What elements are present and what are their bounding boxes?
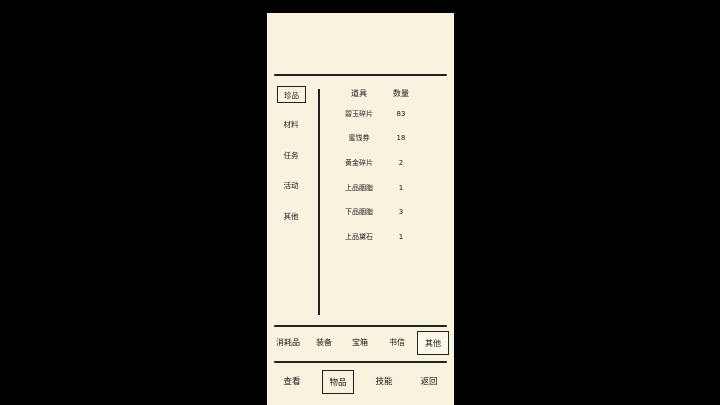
column-header-quantity: 数量 — [393, 89, 409, 98]
category-events[interactable]: 活动 — [276, 177, 306, 194]
table-row[interactable]: 上品胭脂 1 — [337, 181, 427, 195]
item-quantity: 1 — [398, 233, 404, 241]
item-quantity: 83 — [396, 110, 406, 118]
item-name: 黄金碎片 — [345, 159, 373, 167]
item-quantity: 1 — [398, 184, 404, 192]
tab-chests[interactable]: 宝箱 — [345, 331, 375, 355]
top-divider — [274, 74, 447, 76]
item-name: 上品胭脂 — [345, 184, 373, 192]
table-row[interactable]: 上品黛石 1 — [337, 230, 427, 244]
column-header-item: 道具 — [351, 89, 367, 98]
view-button[interactable]: 查看 — [277, 370, 307, 394]
game-screen: 珍品 材料 任务 活动 其他 道具 数量 碧玉碎片 83 蜜饯券 18 黄金碎片… — [267, 13, 454, 405]
item-name: 下品胭脂 — [345, 208, 373, 216]
category-other[interactable]: 其他 — [276, 208, 306, 225]
item-name: 上品黛石 — [345, 233, 373, 241]
tabs-top-divider — [274, 325, 447, 327]
category-materials[interactable]: 材料 — [276, 116, 306, 133]
item-name: 碧玉碎片 — [345, 110, 373, 118]
item-quantity: 3 — [398, 208, 404, 216]
tab-letters[interactable]: 书信 — [382, 331, 412, 355]
category-quests[interactable]: 任务 — [276, 147, 306, 164]
tab-equipment[interactable]: 装备 — [309, 331, 339, 355]
back-button[interactable]: 返回 — [414, 370, 444, 394]
table-row[interactable]: 蜜饯券 18 — [337, 131, 427, 145]
skills-button[interactable]: 技能 — [369, 370, 399, 394]
tab-other[interactable]: 其他 — [417, 331, 449, 355]
item-quantity: 18 — [396, 134, 406, 142]
tab-consumables[interactable]: 消耗品 — [272, 331, 304, 355]
table-row[interactable]: 碧玉碎片 83 — [337, 107, 427, 121]
table-row[interactable]: 黄金碎片 2 — [337, 156, 427, 170]
table-row[interactable]: 下品胭脂 3 — [337, 205, 427, 219]
category-treasures[interactable]: 珍品 — [277, 86, 306, 103]
items-button[interactable]: 物品 — [322, 370, 354, 394]
item-name: 蜜饯券 — [348, 134, 370, 142]
sidebar-divider — [318, 89, 320, 315]
item-quantity: 2 — [398, 159, 404, 167]
nav-top-divider — [274, 361, 447, 363]
